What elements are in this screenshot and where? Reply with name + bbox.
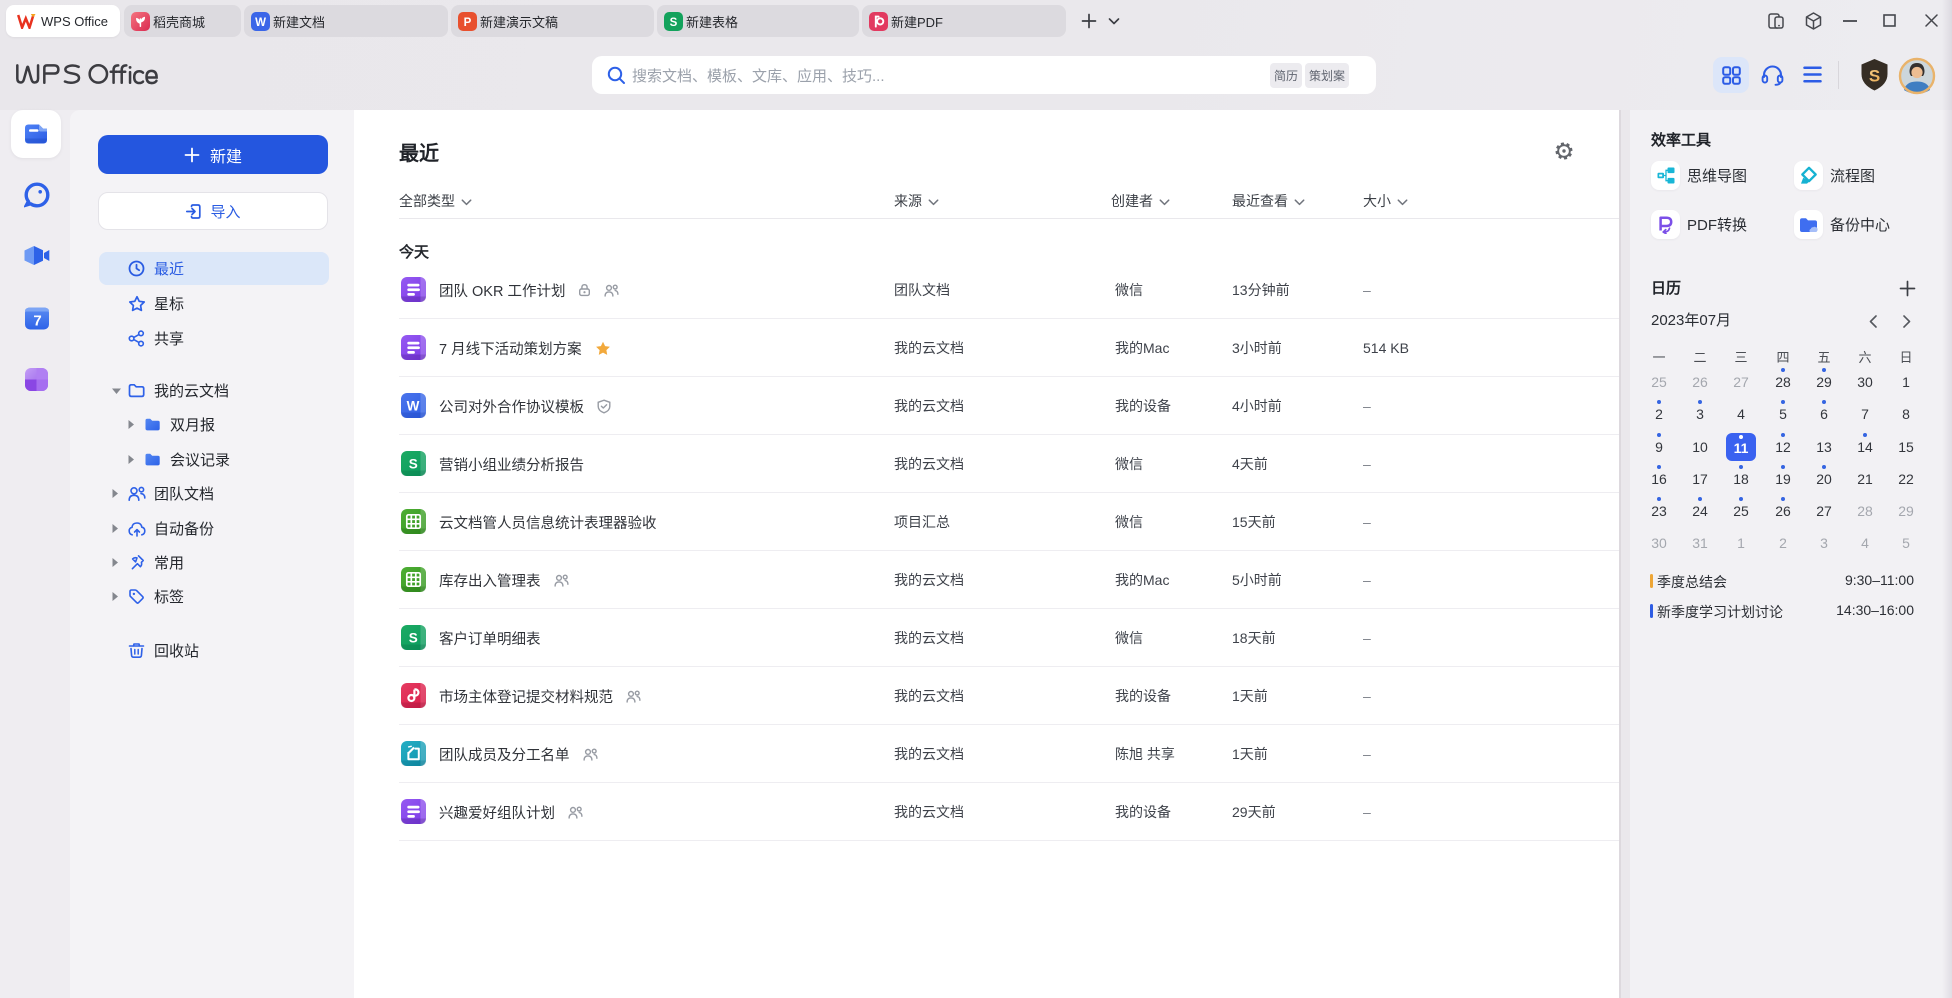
svg-text:S: S — [1869, 67, 1880, 86]
svg-text:S: S — [670, 17, 678, 29]
svg-text:W: W — [407, 399, 420, 414]
svg-text:7: 7 — [33, 313, 41, 330]
svg-text:S: S — [409, 457, 418, 472]
svg-text:S: S — [409, 631, 418, 646]
svg-text:P: P — [464, 17, 472, 29]
svg-text:W: W — [255, 17, 266, 29]
